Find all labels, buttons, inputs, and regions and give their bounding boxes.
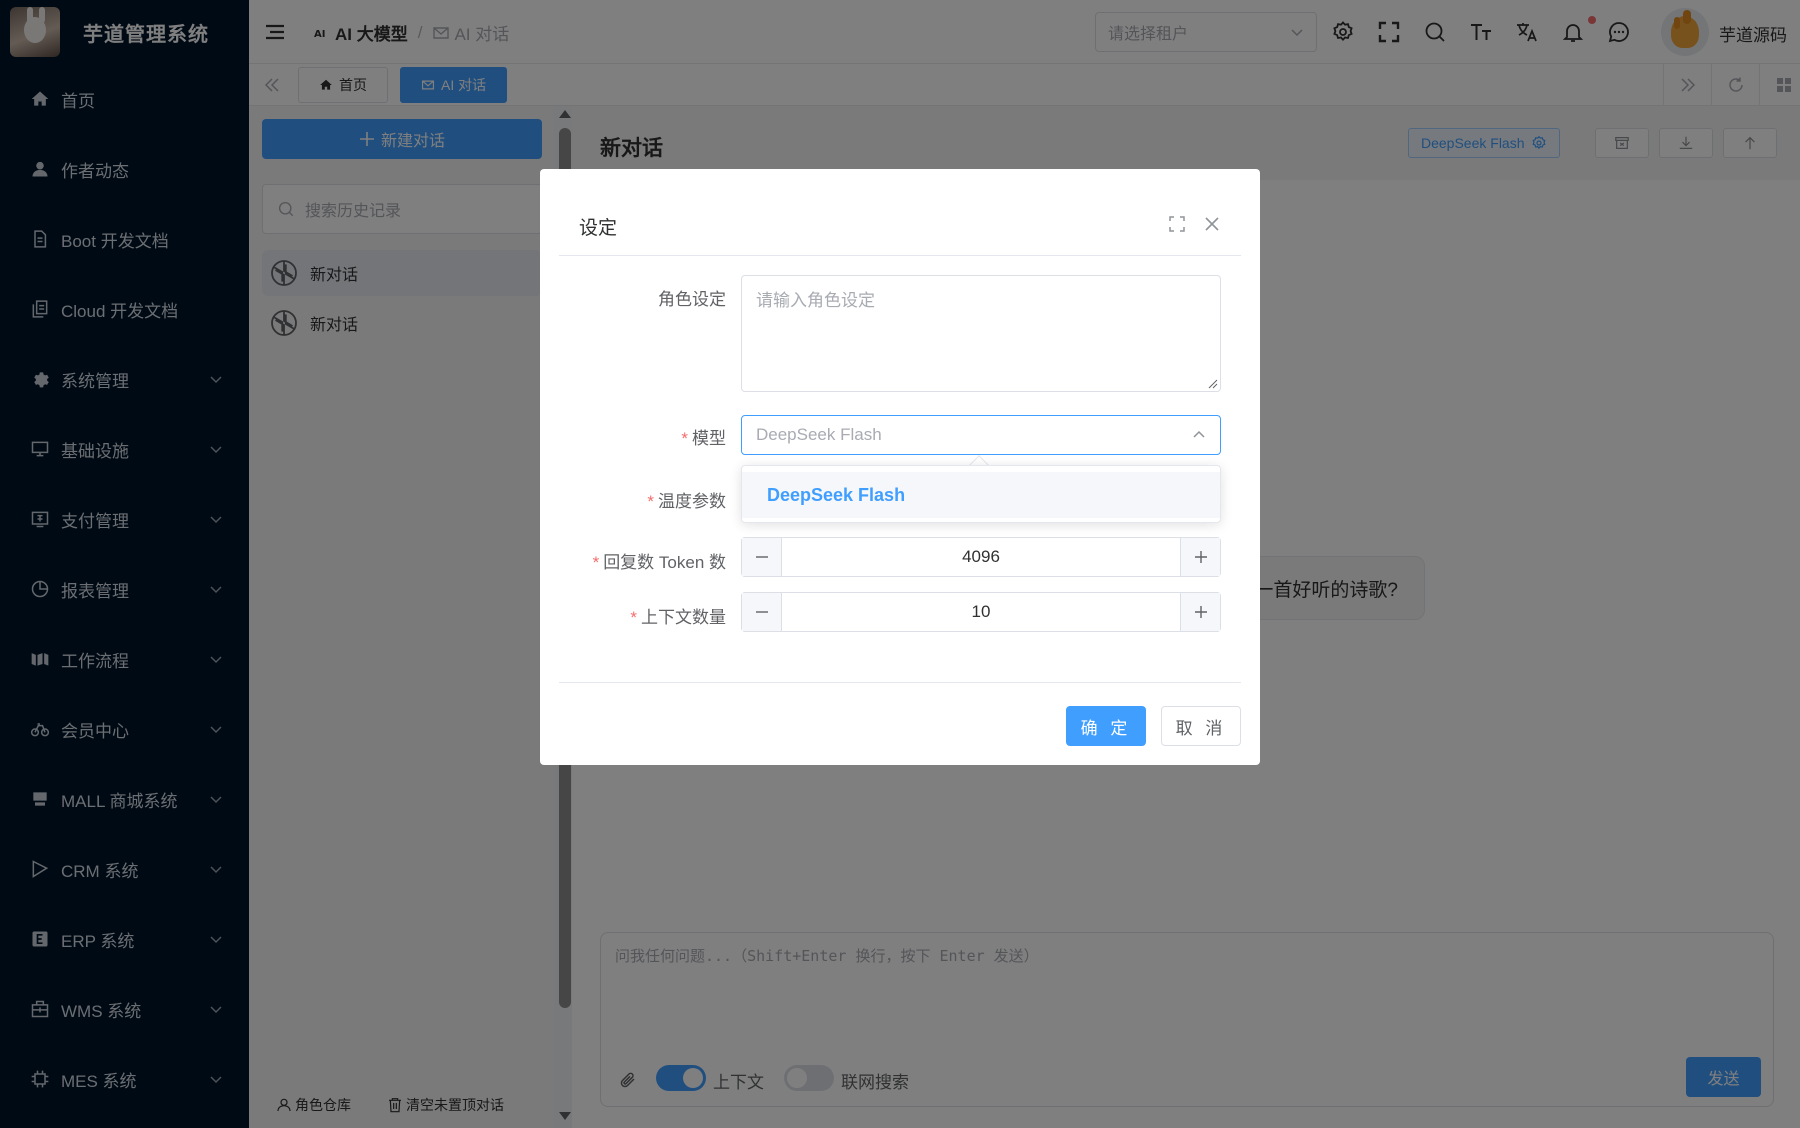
- minus-icon: [755, 556, 768, 558]
- field-label: 模型: [692, 429, 726, 448]
- close-icon[interactable]: [1203, 215, 1221, 233]
- required-asterisk: *: [630, 608, 637, 627]
- chevron-up-icon: [1193, 430, 1205, 438]
- model-select[interactable]: DeepSeek Flash: [741, 415, 1221, 455]
- increment-button[interactable]: [1180, 593, 1220, 631]
- dialog-title: 设定: [579, 218, 618, 239]
- required-asterisk: *: [592, 553, 600, 572]
- model-label: * 模型: [681, 424, 726, 449]
- decrement-button[interactable]: [742, 538, 782, 576]
- required-asterisk: *: [647, 492, 654, 511]
- role-setting-placeholder: 请输入角色设定: [756, 291, 875, 310]
- field-label: 上下文数量: [641, 608, 726, 627]
- increment-button[interactable]: [1180, 538, 1220, 576]
- max-tokens-input[interactable]: 4096: [782, 538, 1180, 576]
- model-option[interactable]: DeepSeek Flash: [742, 472, 1220, 518]
- dialog-footer-divider: [559, 682, 1241, 683]
- maximize-icon[interactable]: [1168, 215, 1186, 233]
- plus-icon: [1194, 551, 1207, 563]
- settings-dialog: 设定 角色设定 请输入角色设定 * 模型 DeepSeek Flash * 温度参数…: [540, 169, 1260, 765]
- model-select-placeholder: DeepSeek Flash: [756, 425, 882, 444]
- context-count-label: * 上下文数量: [630, 603, 726, 628]
- context-count-input[interactable]: 10: [782, 593, 1180, 631]
- decrement-button[interactable]: [742, 593, 782, 631]
- role-setting-textarea[interactable]: 请输入角色设定: [741, 275, 1221, 392]
- required-asterisk: *: [681, 429, 688, 448]
- field-label: 回复数 Token 数: [603, 553, 726, 572]
- max-tokens-label: * 回复数 Token 数: [593, 548, 726, 573]
- field-label: 角色设定: [658, 290, 726, 309]
- dialog-header-divider: [559, 255, 1241, 256]
- field-label: 温度参数: [658, 492, 726, 511]
- temperature-label: * 温度参数: [647, 487, 726, 512]
- context-count-stepper: 10: [741, 592, 1221, 632]
- minus-icon: [755, 611, 768, 613]
- resize-handle-icon[interactable]: [1208, 379, 1218, 389]
- model-dropdown: DeepSeek Flash: [741, 465, 1221, 523]
- confirm-button[interactable]: 确 定: [1066, 706, 1146, 746]
- max-tokens-stepper: 4096: [741, 537, 1221, 577]
- cancel-button[interactable]: 取 消: [1161, 706, 1241, 746]
- role-setting-label: 角色设定: [658, 285, 726, 310]
- plus-icon: [1194, 606, 1207, 618]
